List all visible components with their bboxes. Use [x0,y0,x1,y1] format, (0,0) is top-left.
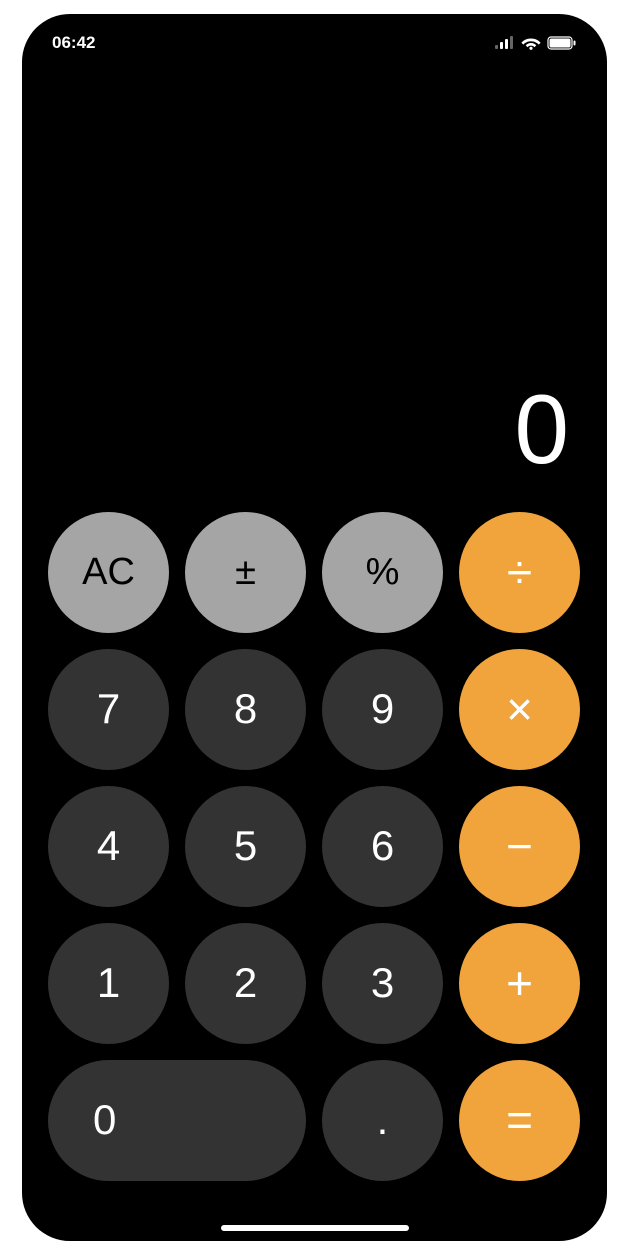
digit-2-button[interactable]: 2 [185,923,306,1044]
digit-0-button[interactable]: 0 [48,1060,306,1181]
digit-4-button[interactable]: 4 [48,786,169,907]
digit-5-button[interactable]: 5 [185,786,306,907]
digit-6-button[interactable]: 6 [322,786,443,907]
calculator-display: 0 [22,68,607,512]
keypad-row: 1 2 3 + [48,923,581,1044]
percent-button[interactable]: % [322,512,443,633]
keypad-row: 4 5 6 − [48,786,581,907]
status-bar: 06:42 [22,18,607,68]
clear-button[interactable]: AC [48,512,169,633]
multiply-button[interactable]: × [459,649,580,770]
minus-button[interactable]: − [459,786,580,907]
divide-button[interactable]: ÷ [459,512,580,633]
wifi-icon [521,36,541,50]
equals-button[interactable]: = [459,1060,580,1181]
decimal-button[interactable]: . [322,1060,443,1181]
keypad: AC ± % ÷ 7 8 9 × 4 5 6 − 1 2 3 + 0 . = [22,512,607,1241]
sign-button[interactable]: ± [185,512,306,633]
digit-9-button[interactable]: 9 [322,649,443,770]
plus-button[interactable]: + [459,923,580,1044]
status-indicators [495,36,577,50]
digit-1-button[interactable]: 1 [48,923,169,1044]
battery-icon [547,36,577,50]
digit-7-button[interactable]: 7 [48,649,169,770]
keypad-row: 7 8 9 × [48,649,581,770]
keypad-row: 0 . = [48,1060,581,1181]
cellular-signal-icon [495,36,515,49]
status-time: 06:42 [52,33,95,53]
digit-8-button[interactable]: 8 [185,649,306,770]
digit-3-button[interactable]: 3 [322,923,443,1044]
home-indicator[interactable] [221,1225,409,1231]
calculator-app: 06:42 [22,14,607,1241]
keypad-row: AC ± % ÷ [48,512,581,633]
